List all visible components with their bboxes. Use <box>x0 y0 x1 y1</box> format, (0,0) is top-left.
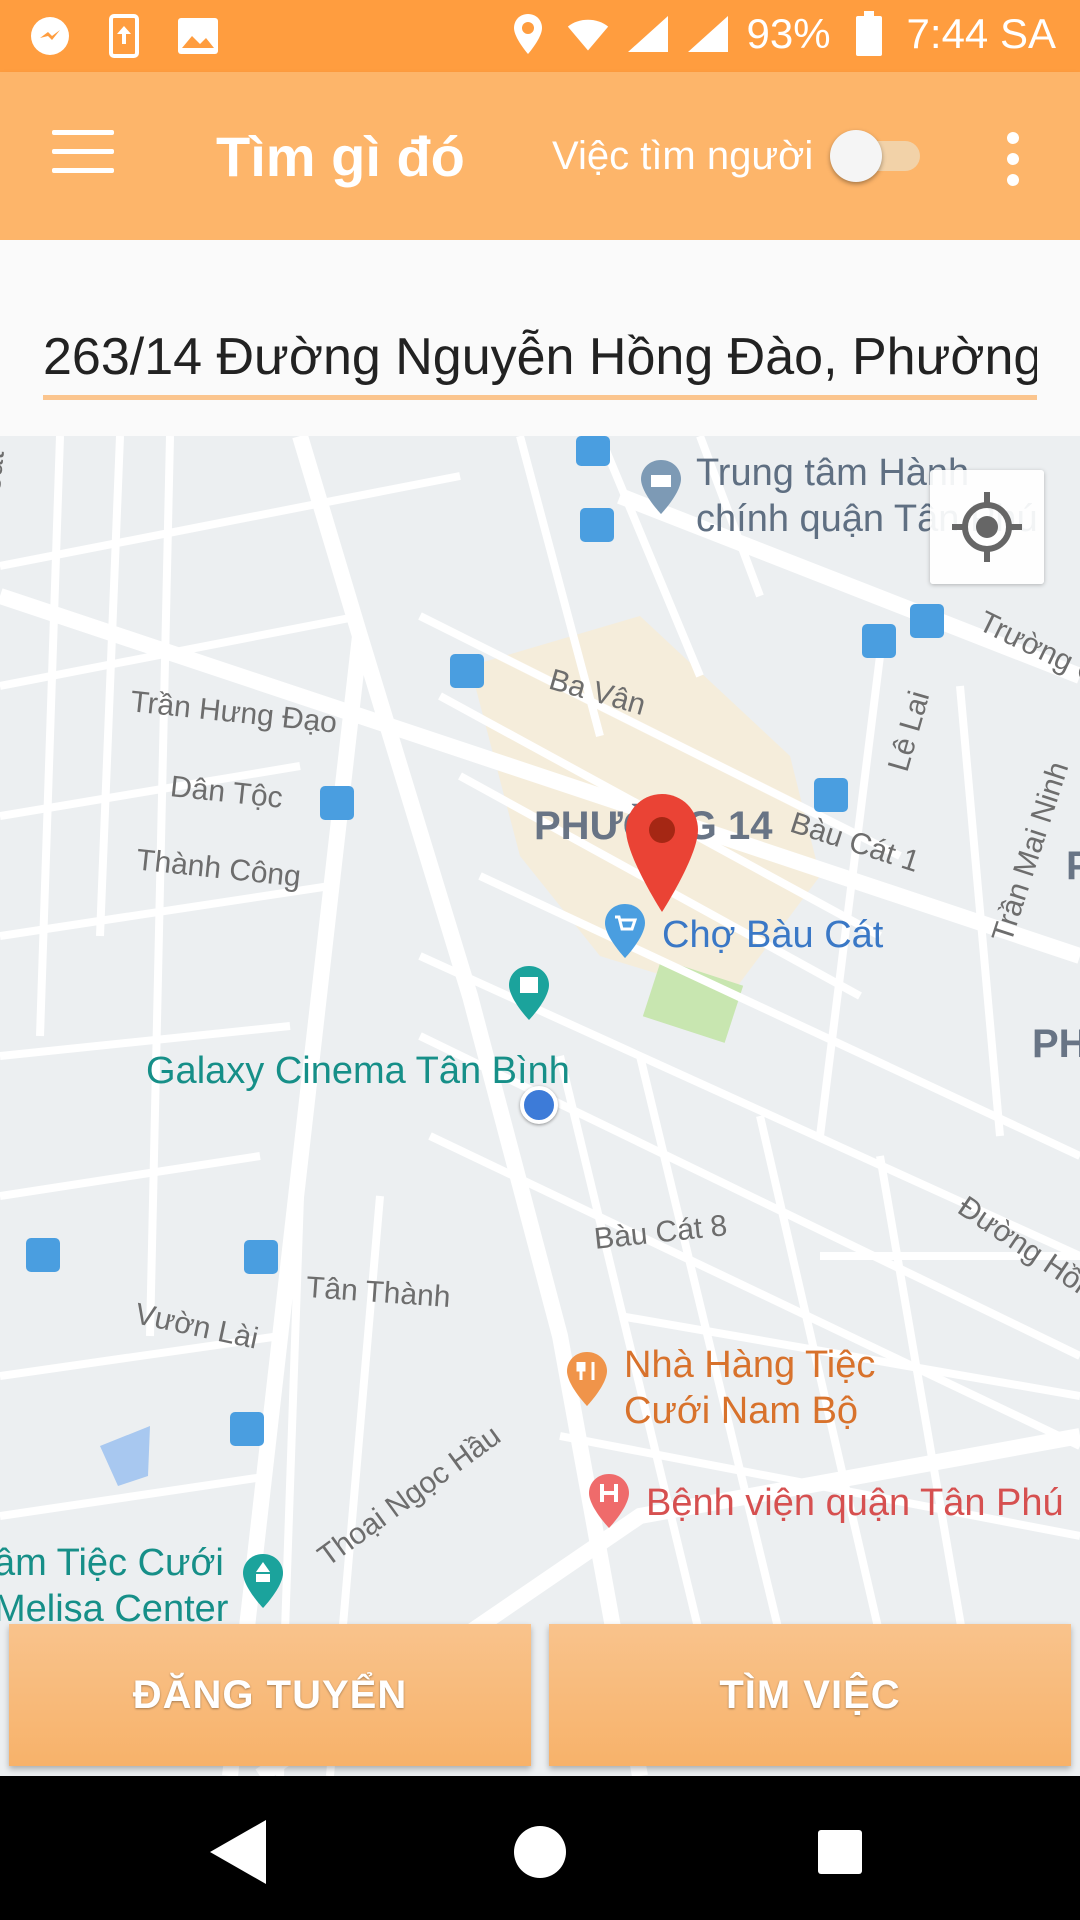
bus-stop-icon[interactable] <box>814 778 848 812</box>
image-icon <box>176 14 220 58</box>
bus-stop-icon[interactable] <box>580 508 614 542</box>
map-label: Trung tâm Hành <box>696 452 970 494</box>
bus-stop-icon[interactable] <box>26 1238 60 1272</box>
poi-label-market[interactable]: Chợ Bàu Cát <box>662 914 883 957</box>
menu-icon[interactable] <box>52 130 114 178</box>
ward-label: PH <box>1032 1022 1080 1066</box>
post-job-button[interactable]: ĐĂNG TUYỂN <box>9 1624 531 1766</box>
bus-stop-icon[interactable] <box>244 1240 278 1274</box>
address-input[interactable] <box>43 318 1037 400</box>
more-options-icon[interactable] <box>998 132 1028 190</box>
address-bar <box>0 240 1080 436</box>
app-bar: Tìm gì đó Việc tìm người <box>0 72 1080 240</box>
poi-label-cinema[interactable]: Galaxy Cinema Tân Bình <box>146 1050 570 1093</box>
ward-label: P <box>1066 844 1080 888</box>
poi-label-restaurant[interactable]: Nhà Hàng Tiệc Cưới Nam Bộ <box>624 1342 875 1434</box>
crosshair-icon <box>952 492 1022 562</box>
phone-upload-icon <box>102 14 146 58</box>
bus-stop-icon[interactable] <box>862 624 896 658</box>
bus-stop-icon[interactable] <box>910 604 944 638</box>
bus-stop-icon[interactable] <box>450 654 484 688</box>
app-title: Tìm gì đó <box>216 125 465 188</box>
poi-label-hospital[interactable]: Bệnh viện quận Tân Phú <box>646 1482 1064 1525</box>
status-bar: 93% 7:44 SA <box>0 0 1080 72</box>
battery-percent: 93% <box>746 10 831 57</box>
map-label: Nhà Hàng Tiệc <box>624 1344 876 1386</box>
my-location-dot <box>520 1086 558 1124</box>
signal-icon <box>686 12 730 56</box>
find-job-button[interactable]: TÌM VIỆC <box>549 1624 1071 1766</box>
map-label: Cưới Nam Bộ <box>624 1390 859 1432</box>
map-view[interactable]: Trung tâm Hành chính quận Tân Phú Ba Vân … <box>0 436 1080 1776</box>
messenger-icon <box>28 14 72 58</box>
location-icon <box>506 12 550 56</box>
selected-location-pin-icon[interactable] <box>624 792 700 914</box>
switch-thumb <box>830 130 882 182</box>
recents-icon[interactable] <box>800 1812 880 1892</box>
hospital-poi-icon[interactable] <box>586 1472 632 1530</box>
government-poi-icon[interactable] <box>638 458 684 516</box>
wifi-icon <box>566 12 610 56</box>
map-label: âm Tiệc Cưới <box>0 1542 224 1584</box>
back-icon[interactable] <box>198 1812 278 1892</box>
switch-label: Việc tìm người <box>552 134 814 178</box>
poi-label-event-center[interactable]: âm Tiệc Cưới Melisa Center <box>0 1540 228 1632</box>
navigation-bar <box>0 1776 1080 1920</box>
cinema-poi-icon[interactable] <box>506 964 552 1022</box>
bus-stop-icon[interactable] <box>576 436 610 466</box>
battery-icon <box>847 11 891 56</box>
signal-icon <box>626 12 670 56</box>
bus-stop-icon[interactable] <box>230 1412 264 1446</box>
clock: 7:44 SA <box>906 10 1056 57</box>
bus-stop-icon[interactable] <box>320 786 354 820</box>
my-location-button[interactable] <box>930 470 1044 584</box>
home-icon[interactable] <box>500 1812 580 1892</box>
recruiter-mode-switch[interactable] <box>830 124 926 184</box>
event-poi-icon[interactable] <box>240 1552 286 1610</box>
restaurant-poi-icon[interactable] <box>564 1350 610 1408</box>
